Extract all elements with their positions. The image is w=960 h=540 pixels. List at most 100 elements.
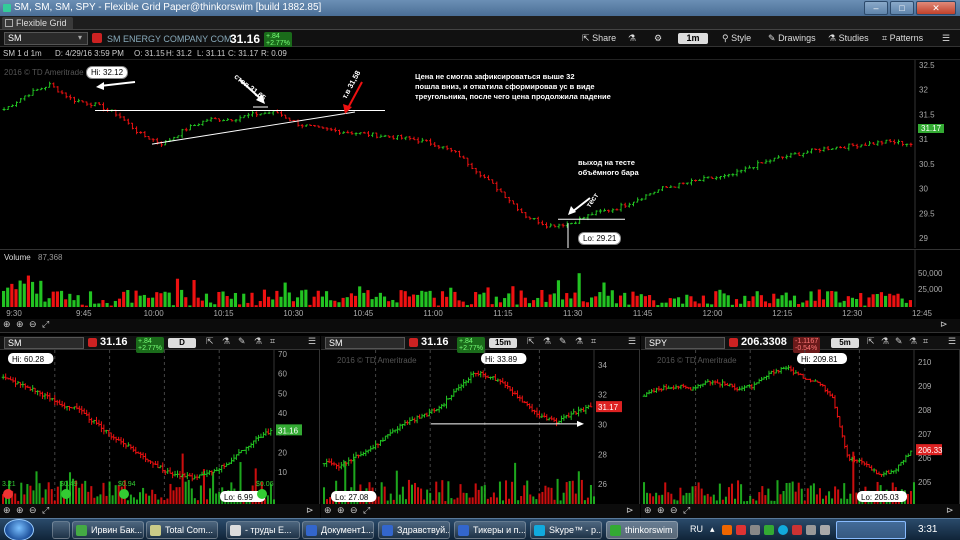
chevron-down-icon[interactable]: ▾: [78, 33, 82, 42]
zoom-reset-icon[interactable]: ⤢: [683, 505, 690, 516]
task-5[interactable]: Тикеры и п...: [454, 521, 526, 539]
volume-icon[interactable]: [820, 525, 830, 535]
tray-icon-5[interactable]: [778, 525, 788, 535]
crosshair-icon[interactable]: ⊕: [644, 505, 652, 516]
pencil-icon[interactable]: ✎: [559, 336, 567, 347]
tray-icon-3[interactable]: [750, 525, 760, 535]
scroll-right-icon[interactable]: ⊳: [940, 319, 948, 330]
flask-icon[interactable]: ⚗: [222, 336, 230, 347]
zoom-out-icon[interactable]: ⊖: [670, 505, 678, 516]
pencil-icon[interactable]: ✎: [238, 336, 246, 347]
zoom-reset-icon[interactable]: ⤢: [363, 505, 370, 516]
task-0[interactable]: Ирвин Бак...: [72, 521, 144, 539]
timeframe-button[interactable]: 1m: [678, 33, 708, 44]
patterns-button[interactable]: ⌗ Patterns: [882, 30, 923, 47]
show-desktop-button[interactable]: [52, 521, 70, 539]
volume-bar: [909, 491, 912, 504]
gear-icon[interactable]: ⚙: [654, 30, 662, 47]
flask-icon[interactable]: ⚗: [881, 336, 889, 347]
crosshair-icon[interactable]: ⊕: [3, 505, 11, 516]
zoom-reset-icon[interactable]: ⤢: [42, 319, 49, 330]
zoom-out-icon[interactable]: ⊖: [350, 505, 358, 516]
tray-arrow-icon[interactable]: ▴: [710, 524, 715, 535]
task-4[interactable]: Здравствуй...: [378, 521, 450, 539]
menu-icon[interactable]: ☰: [942, 30, 950, 47]
alert-icon[interactable]: [729, 338, 738, 347]
share-icon[interactable]: ⇱: [527, 336, 535, 347]
tray-icon-6[interactable]: [792, 525, 802, 535]
share-icon[interactable]: ⇱: [206, 336, 214, 347]
patterns-icon[interactable]: ⌗: [591, 336, 596, 347]
chart-panel-1[interactable]: SM 31.16 +.84 +2.77% 15m ⇱ ⚗ ✎ ⚗ ⌗ ☰ 34 32…: [321, 336, 640, 518]
share-button[interactable]: ⇱ Share: [582, 30, 616, 47]
network-icon[interactable]: [806, 525, 816, 535]
studies-icon[interactable]: ⚗: [254, 336, 262, 347]
zoom-out-icon[interactable]: ⊖: [29, 505, 37, 516]
tray-icon-1[interactable]: [722, 525, 732, 535]
task-3[interactable]: Документ1...: [302, 521, 374, 539]
panel-symbol-input[interactable]: SPY: [645, 337, 725, 349]
exit-note: выход на тесте объёмного бара: [578, 158, 639, 178]
panel-symbol-input[interactable]: SM: [4, 337, 84, 349]
scroll-right-icon[interactable]: ⊳: [626, 505, 634, 516]
scroll-right-icon[interactable]: ⊳: [306, 505, 314, 516]
main-price-chart[interactable]: 32.5 32 31.5 31 30.5 30 29.5 29 2016 © TD Ameri…: [0, 60, 960, 248]
drawings-button[interactable]: ✎ Drawings: [768, 30, 816, 47]
panel-timeframe[interactable]: 5m: [831, 338, 859, 348]
task-1[interactable]: Total Com...: [146, 521, 218, 539]
zoom-reset-icon[interactable]: ⤢: [42, 505, 49, 516]
symbol-input[interactable]: SM: [4, 32, 88, 45]
crosshair-icon[interactable]: ⊕: [3, 319, 11, 330]
menu-icon[interactable]: ☰: [308, 336, 316, 347]
tray-icon-4[interactable]: [764, 525, 774, 535]
panel-timeframe[interactable]: 15m: [489, 338, 517, 348]
y-tick-label: 206: [918, 454, 932, 463]
maximize-button[interactable]: □: [890, 1, 914, 15]
chart-panel-2[interactable]: SPY 206.3308 -1.1167 -0.54% 5m ⇱ ⚗ ✎ ⚗ ⌗ …: [641, 336, 960, 518]
flask-icon[interactable]: ⚗: [543, 336, 551, 347]
crosshair-icon[interactable]: ⊕: [324, 505, 332, 516]
word-icon: [382, 525, 393, 536]
zoom-out-icon[interactable]: ⊖: [29, 319, 37, 330]
volume-bar: [523, 485, 526, 504]
task-7[interactable]: thinkorswim: [606, 521, 678, 539]
patterns-icon[interactable]: ⌗: [270, 336, 275, 347]
flask-icon[interactable]: ⚗: [628, 30, 636, 47]
panel-timeframe[interactable]: D: [168, 338, 196, 348]
tray-highlight[interactable]: [836, 521, 906, 539]
volume-bar: [538, 493, 541, 504]
style-button[interactable]: ⚲ Style: [722, 30, 751, 47]
alert-icon[interactable]: [88, 338, 97, 347]
volume-bar: [550, 487, 553, 504]
close-button[interactable]: ✕: [916, 1, 956, 15]
volume-bar: [772, 293, 776, 308]
alert-icon[interactable]: [92, 33, 102, 43]
studies-icon[interactable]: ⚗: [575, 336, 583, 347]
tray-icon-2[interactable]: [736, 525, 746, 535]
pencil-icon[interactable]: ✎: [895, 336, 903, 347]
tab-flexible-grid[interactable]: Flexible Grid: [2, 17, 73, 29]
clock[interactable]: 3:31: [918, 524, 937, 535]
minimize-button[interactable]: –: [864, 1, 888, 15]
alert-icon[interactable]: [409, 338, 418, 347]
panel-symbol-input[interactable]: SM: [325, 337, 405, 349]
scroll-right-icon[interactable]: ⊳: [946, 505, 954, 516]
task-6-label: Skype™ - р...: [549, 525, 602, 535]
zoom-in-icon[interactable]: ⊕: [337, 505, 345, 516]
volume-bar: [420, 290, 424, 308]
start-button[interactable]: [4, 519, 34, 540]
zoom-in-icon[interactable]: ⊕: [16, 505, 24, 516]
zoom-in-icon[interactable]: ⊕: [16, 319, 24, 330]
share-icon[interactable]: ⇱: [867, 336, 875, 347]
menu-icon[interactable]: ☰: [628, 336, 636, 347]
menu-icon[interactable]: ☰: [948, 336, 956, 347]
studies-button[interactable]: ⚗ Studies: [828, 30, 869, 47]
ohlc-infobar: SM 1 d 1m D: 4/29/16 3:59 PM O: 31.15 H:…: [0, 47, 960, 60]
chart-panel-0[interactable]: SM 31.16 +.84 +2.77% D ⇱ ⚗ ✎ ⚗ ⌗ ☰ 70 60 50…: [0, 336, 320, 518]
studies-icon[interactable]: ⚗: [909, 336, 917, 347]
task-2[interactable]: - труды Е...: [226, 521, 300, 539]
zoom-in-icon[interactable]: ⊕: [657, 505, 665, 516]
task-6[interactable]: Skype™ - р...: [530, 521, 602, 539]
patterns-icon[interactable]: ⌗: [923, 336, 928, 347]
language-indicator[interactable]: RU: [690, 524, 703, 534]
